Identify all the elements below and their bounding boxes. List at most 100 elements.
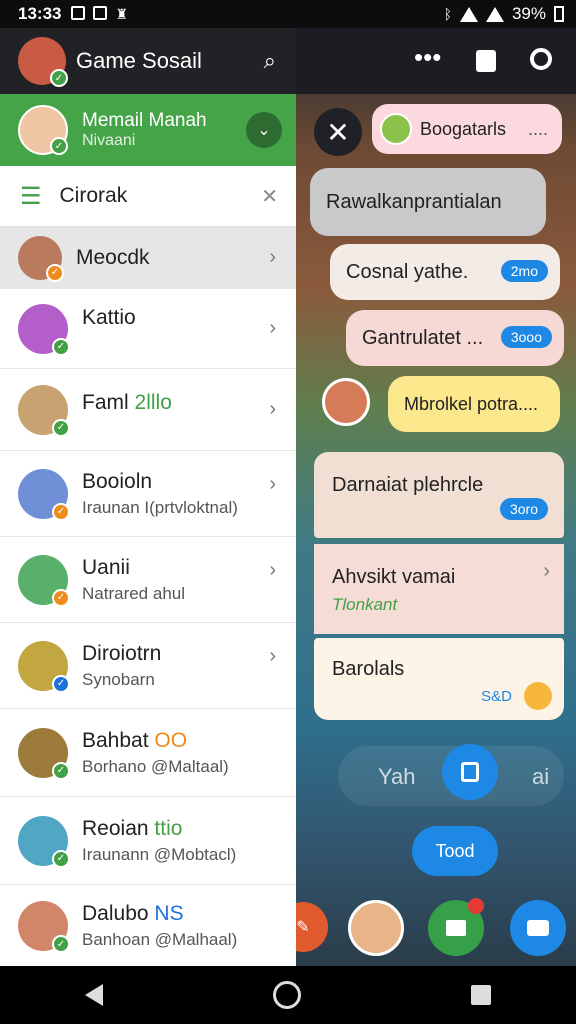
chip-label: Boogatarls xyxy=(420,118,507,139)
verified-icon: ✓ xyxy=(52,502,70,521)
game-chip[interactable]: Boogatarls .... xyxy=(372,104,562,154)
contact-row[interactable]: ✓ Reoian ttio Iraunann @Mobtacl) xyxy=(0,797,296,885)
bubble-text: Rawalkanprantialan xyxy=(326,190,502,213)
event-card[interactable]: Barolals S&D xyxy=(314,638,564,720)
chat-bubble[interactable]: Gantrulatet ... 3ooo xyxy=(346,310,564,366)
message-button[interactable] xyxy=(510,900,566,956)
user-avatar[interactable]: ✓ xyxy=(18,37,68,87)
card-title: Darnaiat plehrcle xyxy=(332,474,484,496)
contact-row[interactable]: ✓ Faml 2lllo › xyxy=(0,369,296,451)
verified-icon: ✓ xyxy=(52,588,70,607)
filter-label: Cirorak xyxy=(59,184,128,207)
search-icon[interactable]: ⌕ xyxy=(264,48,276,74)
game-area[interactable]: ••• ✕ Boogatarls .... Rawalkanprantialan… xyxy=(278,28,576,966)
chat-bubble[interactable]: Cosnal yathe. 2mo xyxy=(330,244,560,300)
chevron-right-icon: › xyxy=(269,473,276,495)
input-text-right: ai xyxy=(532,764,550,789)
bubble-badge: 2mo xyxy=(500,260,548,282)
chip-more[interactable]: .... xyxy=(528,119,548,140)
profile-expand-button[interactable]: ⌄ xyxy=(246,112,282,148)
verified-icon: ✓ xyxy=(52,674,70,693)
chat-bubble[interactable]: Mbrolkel potra.... xyxy=(388,376,560,432)
contact-row[interactable]: ✓ Diroiotrn Synobarn › xyxy=(0,623,296,709)
contact-subtitle: Iraunan I(prtvloktnal) xyxy=(82,497,238,517)
game-notification-icon: ♜ xyxy=(115,5,129,22)
contact-avatar: ✓ xyxy=(18,901,70,953)
card-badge: 3oro xyxy=(499,498,548,520)
contact-name-accent: NS xyxy=(154,902,184,925)
contact-avatar: ✓ xyxy=(18,554,70,607)
contact-avatar: ✓ xyxy=(18,727,70,780)
event-card[interactable]: Ahvsikt vamai Tlonkant › xyxy=(314,544,564,634)
contact-avatar: ✓ xyxy=(18,640,70,693)
contact-row[interactable]: ✓ Meocdk › xyxy=(0,227,296,289)
bubble-text: Cosnal yathe. xyxy=(346,260,469,283)
chevron-right-icon: › xyxy=(269,317,276,339)
recents-button[interactable] xyxy=(471,985,491,1005)
app-title: Game Sosail xyxy=(76,48,202,73)
contact-avatar: ✓ xyxy=(18,303,70,356)
today-button[interactable]: Tood xyxy=(412,826,498,876)
filter-bar: ☰ Cirorak ✕ xyxy=(0,166,296,227)
contact-name: Meocdk xyxy=(76,245,150,269)
contact-subtitle: Synobarn xyxy=(82,669,155,689)
contact-row[interactable]: ✓ Bahbat OO Borhano @Maltaal) xyxy=(0,709,296,797)
app-notification-icon xyxy=(93,5,108,20)
contact-name-accent: ttio xyxy=(154,816,183,840)
profile-banner[interactable]: ✓ Memail Manah Nivaani ⌄ xyxy=(0,94,296,166)
verified-icon: ✓ xyxy=(50,69,68,87)
close-chat-button[interactable]: ✕ xyxy=(314,108,362,156)
more-dots-icon[interactable]: ••• xyxy=(414,42,441,73)
contact-avatar: ✓ xyxy=(18,468,70,521)
card-subtitle: Tlonkant xyxy=(332,595,398,614)
contact-name: Kattio xyxy=(82,305,136,329)
profile-avatar: ✓ xyxy=(18,105,68,155)
contact-name: Booioln xyxy=(82,469,153,493)
contact-row[interactable]: ✓ Booioln Iraunan I(prtvloktnal) › xyxy=(0,451,296,537)
verified-icon: ✓ xyxy=(52,849,70,868)
contact-name: Diroiotrn xyxy=(82,641,162,665)
character-avatar-button[interactable] xyxy=(348,900,404,956)
contact-name: Faml xyxy=(82,390,129,414)
contact-row[interactable]: ✓ Uanii Natrared ahul › xyxy=(0,537,296,623)
close-filter-icon[interactable]: ✕ xyxy=(261,184,278,209)
contact-subtitle: Banhoan @Malhaal) xyxy=(82,930,238,949)
contact-name: Reoian xyxy=(82,816,149,840)
compose-button[interactable] xyxy=(442,744,498,800)
chat-list-icon xyxy=(446,920,466,936)
chevron-right-icon: › xyxy=(269,645,276,667)
battery-icon xyxy=(554,6,564,22)
contact-subtitle: Iraunann @Mobtacl) xyxy=(82,844,237,864)
sender-avatar xyxy=(322,378,370,426)
profile-name: Memail Manah xyxy=(82,110,207,131)
drawer-header: ✓ Game Sosail ⌕ xyxy=(0,28,296,94)
chevron-right-icon: › xyxy=(269,398,276,420)
back-button[interactable] xyxy=(85,984,103,1006)
event-card[interactable]: Darnaiat plehrcle 3oro xyxy=(314,452,564,538)
contact-subtitle: Borhano @Maltaal) xyxy=(82,756,229,776)
status-time: 13:33 xyxy=(18,4,62,23)
chat-bubble[interactable]: Rawalkanprantialan xyxy=(310,168,546,236)
verified-icon: ✓ xyxy=(52,337,70,356)
video-icon[interactable] xyxy=(476,50,496,72)
input-text-left: Yah xyxy=(378,764,416,789)
verified-icon: ✓ xyxy=(52,761,70,780)
gallery-notification-icon xyxy=(71,5,86,20)
close-icon: ✕ xyxy=(326,116,350,148)
verified-icon: ✓ xyxy=(46,263,64,282)
contact-row[interactable]: ✓ Dalubo NS Banhoan @Malhaal) xyxy=(0,885,296,967)
pencil-icon: ✎ xyxy=(296,919,310,936)
chevron-right-icon: › xyxy=(269,559,276,581)
contact-name: Dalubo xyxy=(82,902,149,925)
list-icon: ☰ xyxy=(20,182,42,210)
social-drawer: ✓ Game Sosail ⌕ ✓ Memail Manah Nivaani ⌄… xyxy=(0,28,296,966)
today-button-label: Tood xyxy=(435,840,475,861)
emoji-sticker-icon xyxy=(524,682,552,710)
verified-icon: ✓ xyxy=(52,935,70,953)
profile-subtitle: Nivaani xyxy=(82,132,136,149)
contact-name: Uanii xyxy=(82,555,130,579)
contact-row[interactable]: ✓ Kattio › xyxy=(0,289,296,369)
settings-gear-icon[interactable] xyxy=(530,48,552,70)
home-button[interactable] xyxy=(273,981,301,1009)
contact-avatar: ✓ xyxy=(18,384,70,437)
